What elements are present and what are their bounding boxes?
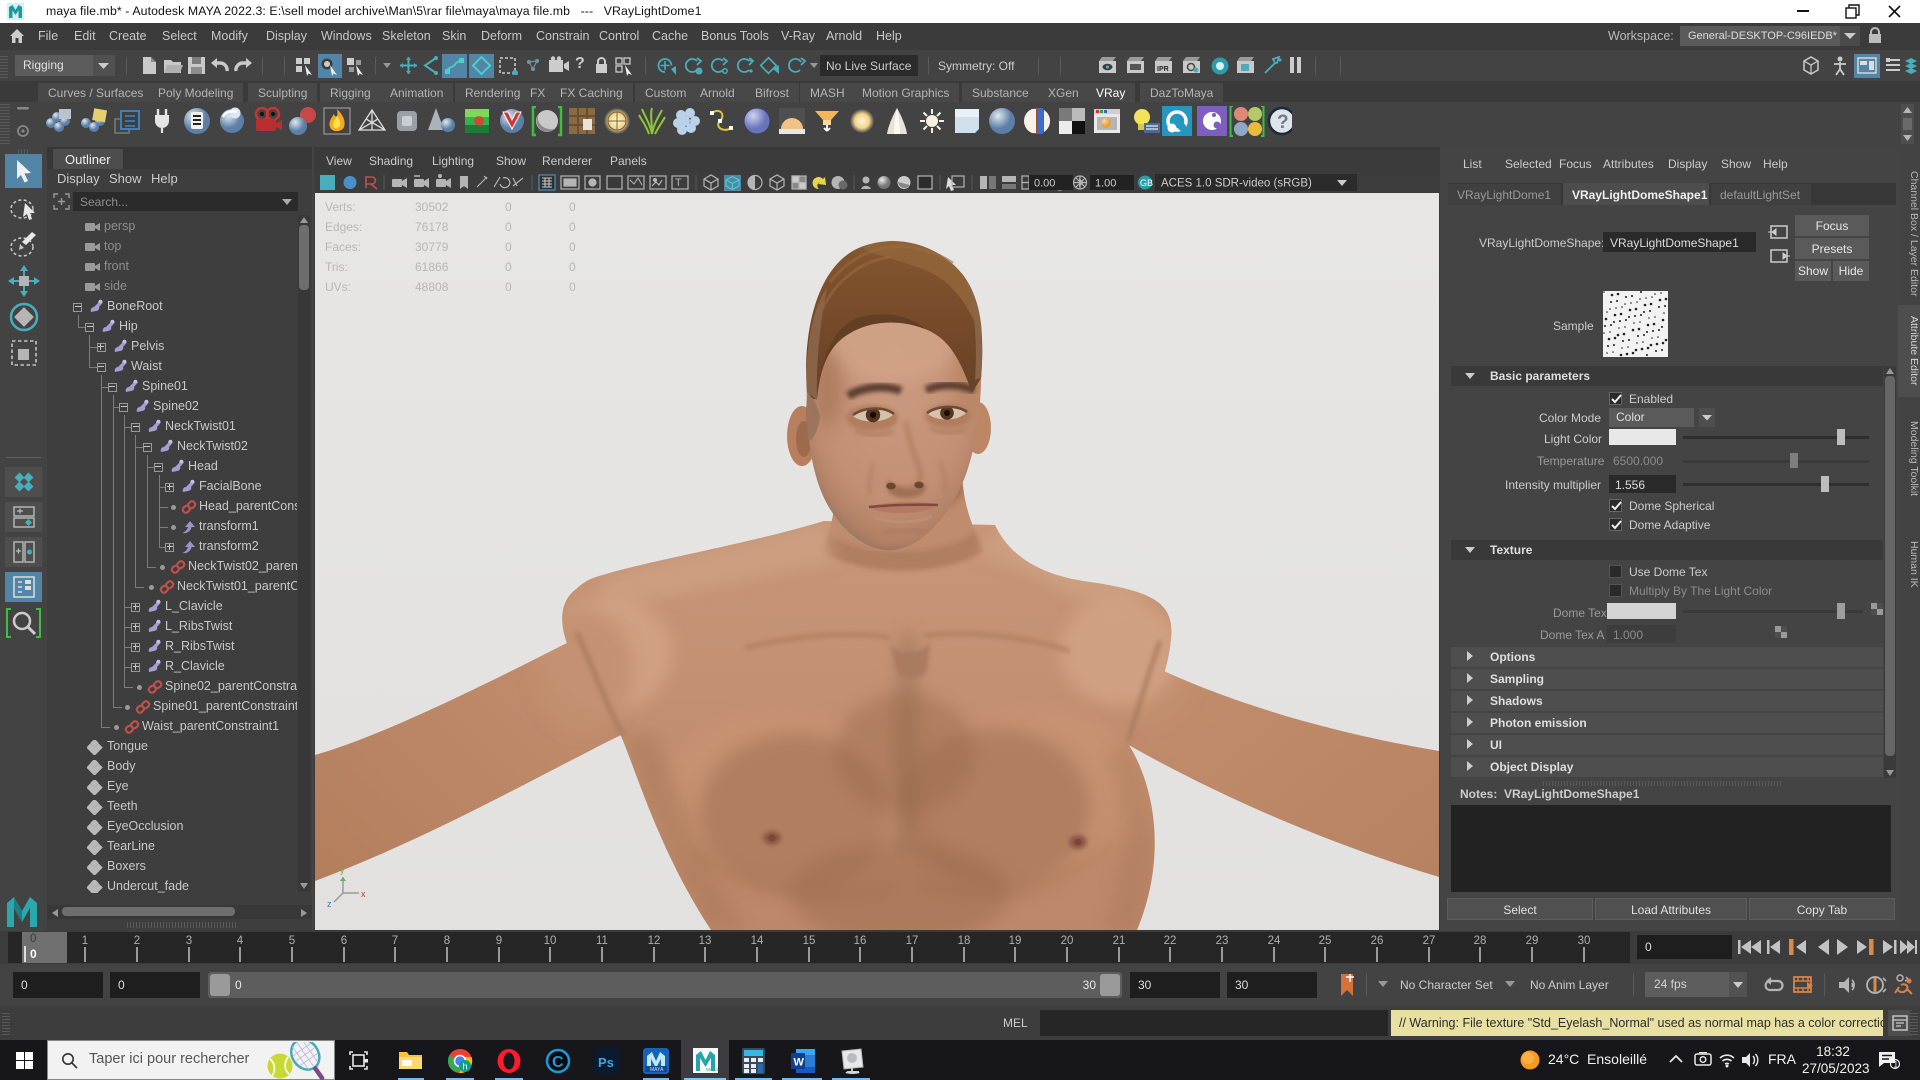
svg-text:26: 26 [1371, 935, 1384, 947]
svg-text:13: 13 [699, 935, 712, 947]
svg-text:x: x [361, 889, 366, 899]
svg-text:20: 20 [1061, 935, 1074, 947]
svg-text:18: 18 [958, 935, 971, 947]
svg-text:1: 1 [82, 935, 88, 947]
svg-text:7: 7 [392, 935, 398, 947]
svg-text:MAYA: MAYA [650, 1067, 664, 1073]
svg-text:14: 14 [751, 935, 764, 947]
svg-text:12: 12 [648, 935, 661, 947]
svg-text:15: 15 [803, 935, 816, 947]
svg-text:?: ? [1277, 112, 1289, 133]
svg-text:2: 2 [134, 935, 140, 947]
svg-text:Ps: Ps [598, 1055, 614, 1070]
svg-text:29: 29 [1526, 935, 1539, 947]
svg-text:h: h [463, 1062, 468, 1072]
svg-text:5: 5 [289, 935, 295, 947]
svg-text:T: T [675, 177, 682, 189]
svg-text:C: C [552, 1054, 564, 1071]
svg-text:ACES 1.0 SDR-video (sRGB): ACES 1.0 SDR-video (sRGB) [1161, 178, 1312, 190]
svg-text:16: 16 [854, 935, 867, 947]
svg-text:6: 6 [341, 935, 347, 947]
svg-text:24: 24 [1268, 935, 1281, 947]
svg-text:GB: GB [1140, 178, 1153, 188]
svg-text:25: 25 [1319, 935, 1332, 947]
svg-text:9: 9 [496, 935, 502, 947]
svg-text:MAYA: MAYA [706, 1067, 718, 1072]
svg-text:W: W [794, 1057, 805, 1069]
svg-text:19: 19 [1009, 935, 1022, 947]
svg-text:0.00: 0.00 [1034, 178, 1055, 190]
svg-text:10: 10 [544, 935, 557, 947]
svg-text:1.00: 1.00 [1095, 178, 1116, 190]
svg-text:1: 1 [1893, 1060, 1898, 1070]
svg-text:IPR: IPR [1157, 66, 1169, 73]
svg-text:22: 22 [1164, 935, 1177, 947]
svg-text:y: y [340, 865, 345, 875]
svg-text:3: 3 [186, 935, 192, 947]
svg-text:27: 27 [1423, 935, 1436, 947]
svg-text:11: 11 [596, 935, 608, 947]
svg-text:4: 4 [237, 935, 244, 947]
svg-text:21: 21 [1113, 935, 1126, 947]
svg-text:z: z [327, 899, 332, 909]
svg-text:28: 28 [1474, 935, 1487, 947]
svg-text:8: 8 [444, 935, 450, 947]
svg-text:23: 23 [1216, 935, 1229, 947]
svg-text:17: 17 [906, 935, 919, 947]
svg-text:30: 30 [1578, 935, 1591, 947]
